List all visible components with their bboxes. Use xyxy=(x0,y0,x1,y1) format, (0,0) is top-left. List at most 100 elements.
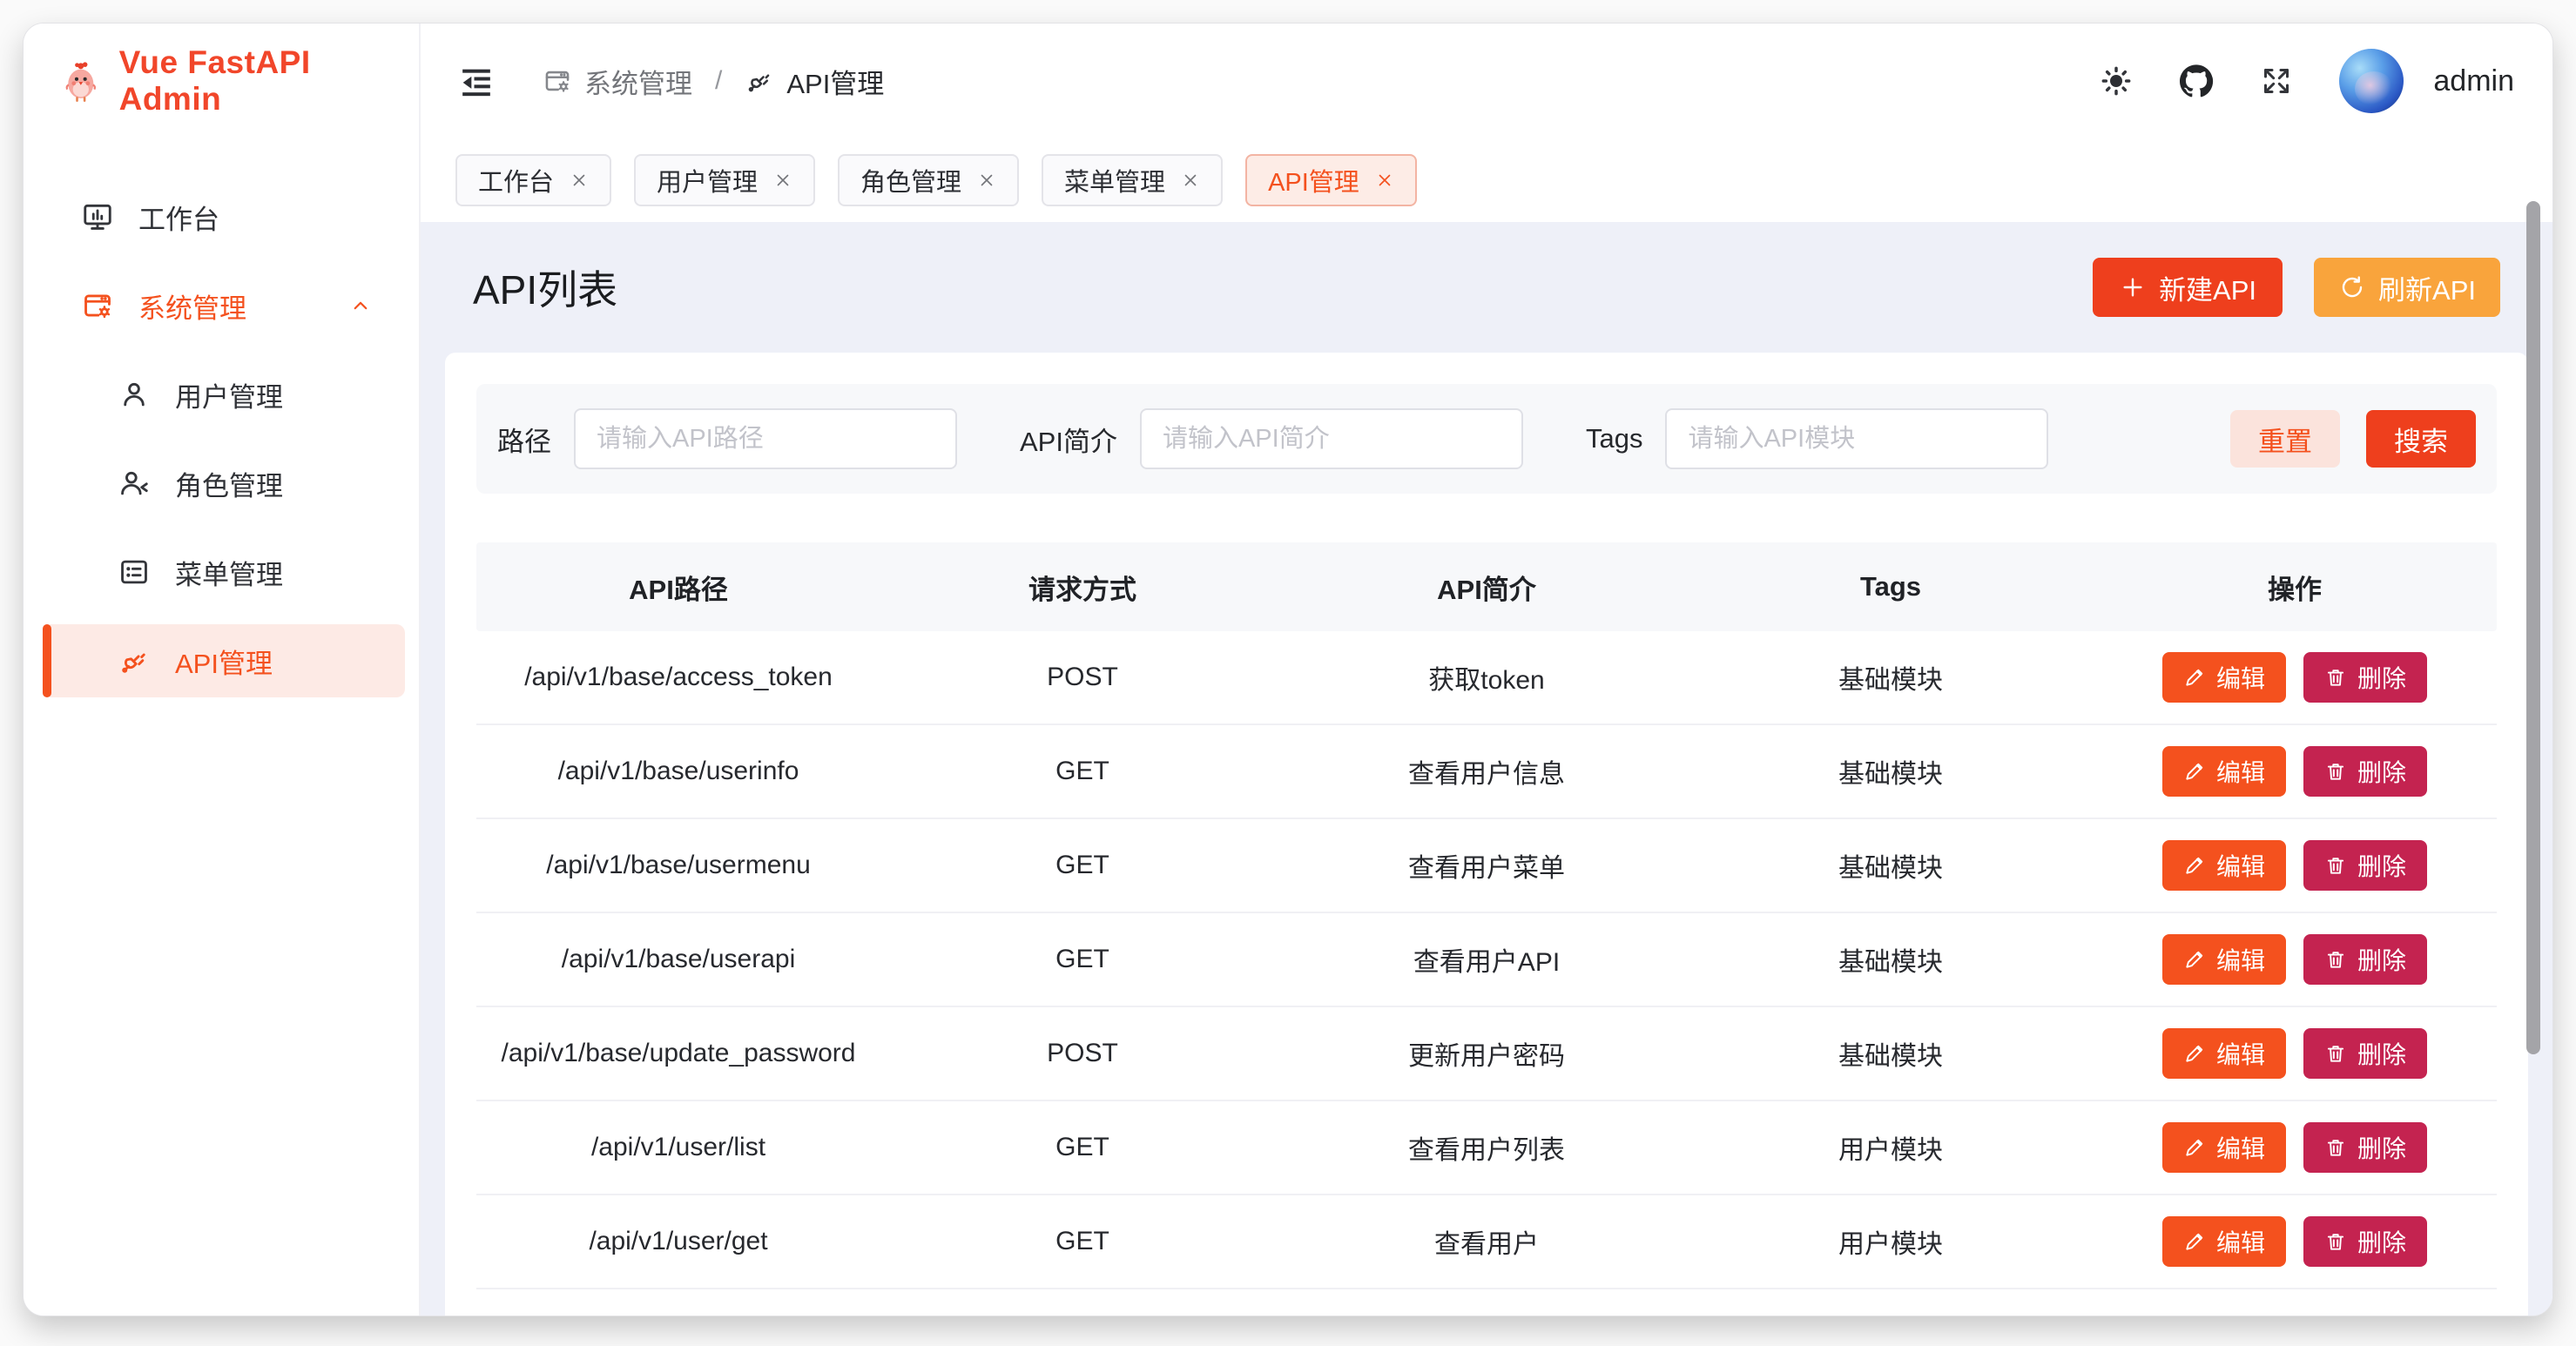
app-logo: Vue FastAPI Admin xyxy=(24,24,419,138)
cell-actions: 编辑 删除 xyxy=(2093,1028,2497,1079)
cell-method: POST xyxy=(880,663,1285,692)
table-header: API路径 请求方式 API简介 Tags 操作 xyxy=(476,542,2497,631)
search-button[interactable]: 搜索 xyxy=(2366,410,2476,468)
tab-label: 菜单管理 xyxy=(1064,162,1165,199)
filter-bar: 路径 API简介 Tags 重置 搜索 xyxy=(476,384,2497,494)
path-input[interactable] xyxy=(574,408,957,469)
cell-tags: 基础模块 xyxy=(1689,846,2093,885)
tab-close-icon[interactable] xyxy=(570,171,589,190)
delete-button[interactable]: 删除 xyxy=(2303,1216,2427,1267)
sidebar-item-label: 系统管理 xyxy=(138,286,246,326)
cell-summary: 更新用户密码 xyxy=(1285,1034,1689,1073)
tab-close-icon[interactable] xyxy=(977,171,996,190)
tab-workbench[interactable]: 工作台 xyxy=(455,154,611,206)
edit-label: 编辑 xyxy=(2216,1130,2265,1165)
chevron-up-icon xyxy=(347,293,374,319)
delete-button[interactable]: 删除 xyxy=(2303,840,2427,891)
tab-roles[interactable]: 角色管理 xyxy=(838,154,1019,206)
table-row: /api/v1/user/get GET 查看用户 用户模块 编辑 删除 xyxy=(476,1195,2497,1289)
user-avatar[interactable] xyxy=(2339,49,2404,113)
delete-button[interactable]: 删除 xyxy=(2303,934,2427,985)
summary-label: API简介 xyxy=(1020,420,1117,459)
menu-list-icon xyxy=(118,555,151,589)
sidebar-item-label: API管理 xyxy=(175,642,273,681)
summary-input[interactable] xyxy=(1140,408,1523,469)
theme-sun-icon[interactable] xyxy=(2099,64,2134,98)
cell-actions: 编辑 删除 xyxy=(2093,1216,2497,1267)
sidebar-item-users[interactable]: 用户管理 xyxy=(43,358,405,431)
tags-label: Tags xyxy=(1586,423,1642,454)
cell-summary: 获取token xyxy=(1285,658,1689,697)
trash-icon xyxy=(2324,666,2347,689)
table-row: /api/v1/base/userinfo GET 查看用户信息 基础模块 编辑… xyxy=(476,725,2497,819)
edit-button[interactable]: 编辑 xyxy=(2162,1122,2286,1173)
vertical-scrollbar[interactable] xyxy=(2526,201,2540,1054)
delete-label: 删除 xyxy=(2357,1224,2406,1259)
delete-button[interactable]: 删除 xyxy=(2303,1028,2427,1079)
tab-close-icon[interactable] xyxy=(773,171,792,190)
sidebar-item-roles[interactable]: 角色管理 xyxy=(43,447,405,520)
window-settings-icon xyxy=(543,66,572,96)
table-row: /api/v1/user/list GET 查看用户列表 用户模块 编辑 删除 xyxy=(476,1101,2497,1195)
content-area: API列表 新建API 刷新API xyxy=(421,222,2552,1316)
cell-actions: 编辑 删除 xyxy=(2093,934,2497,985)
cell-actions: 编辑 删除 xyxy=(2093,1122,2497,1173)
new-api-button[interactable]: 新建API xyxy=(2093,258,2283,317)
page-actions: 新建API 刷新API xyxy=(2093,258,2500,317)
pencil-icon xyxy=(2183,1136,2206,1159)
cell-tags: 基础模块 xyxy=(1689,752,2093,791)
filter-tags: Tags xyxy=(1586,408,2048,469)
col-summary: API简介 xyxy=(1285,568,1689,607)
sidebar-item-label: 用户管理 xyxy=(175,375,283,414)
cell-actions: 编辑 删除 xyxy=(2093,652,2497,703)
trash-icon xyxy=(2324,760,2347,783)
sidebar-item-workbench[interactable]: 工作台 xyxy=(43,180,405,253)
sidebar-item-label: 菜单管理 xyxy=(175,553,283,592)
breadcrumb-parent[interactable]: 系统管理 xyxy=(543,62,692,101)
tab-users[interactable]: 用户管理 xyxy=(634,154,815,206)
collapse-sidebar-icon[interactable] xyxy=(459,64,494,98)
cell-summary: 查看用户 xyxy=(1285,1222,1689,1261)
sidebar-item-system[interactable]: 系统管理 xyxy=(43,269,405,342)
delete-label: 删除 xyxy=(2357,660,2406,695)
cell-method: POST xyxy=(880,1039,1285,1068)
delete-label: 删除 xyxy=(2357,942,2406,977)
cell-summary: 查看用户信息 xyxy=(1285,752,1689,791)
sidebar-item-menus[interactable]: 菜单管理 xyxy=(43,535,405,609)
edit-button[interactable]: 编辑 xyxy=(2162,840,2286,891)
cell-path: /api/v1/base/userinfo xyxy=(476,757,880,786)
page-title: API列表 xyxy=(473,259,617,316)
trash-icon xyxy=(2324,1230,2347,1253)
tab-close-icon[interactable] xyxy=(1181,171,1200,190)
edit-button[interactable]: 编辑 xyxy=(2162,746,2286,797)
new-api-label: 新建API xyxy=(2159,268,2256,307)
edit-button[interactable]: 编辑 xyxy=(2162,652,2286,703)
fullscreen-icon[interactable] xyxy=(2259,64,2294,98)
edit-button[interactable]: 编辑 xyxy=(2162,934,2286,985)
github-icon[interactable] xyxy=(2179,64,2214,98)
delete-label: 删除 xyxy=(2357,1130,2406,1165)
cell-method: GET xyxy=(880,1227,1285,1256)
tab-menus[interactable]: 菜单管理 xyxy=(1042,154,1223,206)
tags-input[interactable] xyxy=(1665,408,2048,469)
sidebar-item-api[interactable]: API管理 xyxy=(43,624,405,697)
tab-close-icon[interactable] xyxy=(1375,171,1394,190)
edit-button[interactable]: 编辑 xyxy=(2162,1028,2286,1079)
pencil-icon xyxy=(2183,1230,2206,1253)
table-row: /api/v1/base/update_password POST 更新用户密码… xyxy=(476,1007,2497,1101)
username[interactable]: admin xyxy=(2433,64,2514,98)
refresh-api-button[interactable]: 刷新API xyxy=(2314,258,2500,317)
breadcrumb-current[interactable]: API管理 xyxy=(745,62,884,101)
path-label: 路径 xyxy=(497,420,551,459)
delete-button[interactable]: 删除 xyxy=(2303,652,2427,703)
reset-button[interactable]: 重置 xyxy=(2230,410,2340,468)
tab-api[interactable]: API管理 xyxy=(1245,154,1417,206)
edit-button[interactable]: 编辑 xyxy=(2162,1216,2286,1267)
breadcrumb-current-label: API管理 xyxy=(786,62,884,101)
delete-button[interactable]: 删除 xyxy=(2303,1122,2427,1173)
col-method: 请求方式 xyxy=(880,568,1285,607)
delete-button[interactable]: 删除 xyxy=(2303,746,2427,797)
api-table: API路径 请求方式 API简介 Tags 操作 /api/v1/base/ac… xyxy=(476,542,2497,1289)
pencil-icon xyxy=(2183,948,2206,971)
monitor-icon xyxy=(81,200,114,233)
